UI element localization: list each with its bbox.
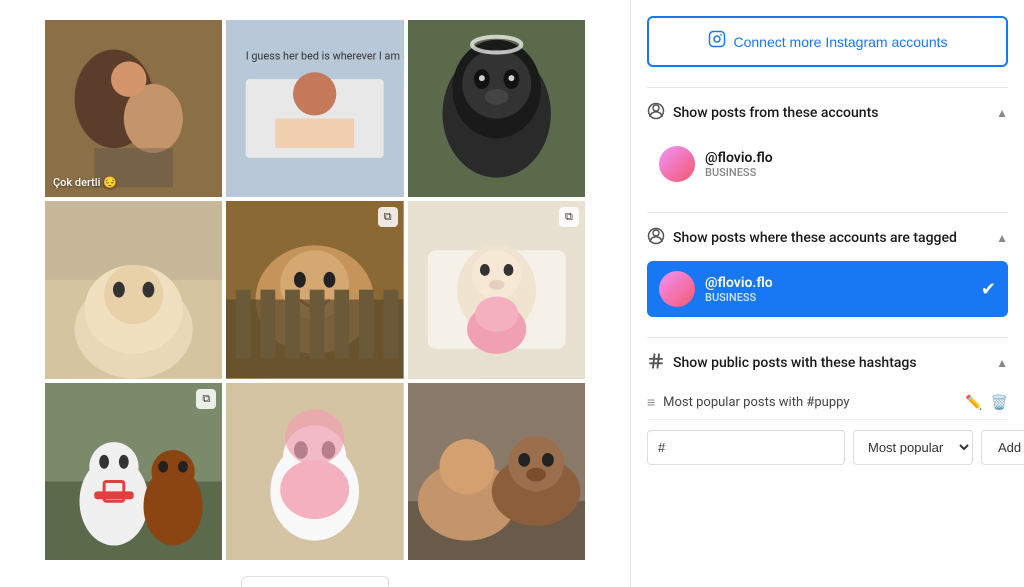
- account-item-tagged-1[interactable]: @flovio.flo BUSINESS ✔: [647, 261, 1008, 317]
- show-posts-header[interactable]: Show posts from these accounts ▲: [647, 102, 1008, 124]
- connect-instagram-button[interactable]: Connect more Instagram accounts: [647, 16, 1008, 67]
- drag-handle-icon: ≡: [647, 394, 655, 411]
- delete-icon-1[interactable]: 🗑️: [991, 395, 1008, 411]
- photo-cell-3: [408, 20, 585, 197]
- hashtags-label: Show public posts with these hashtags: [673, 355, 917, 371]
- tagged-accounts-label: Show posts where these accounts are tagg…: [673, 230, 957, 246]
- hashtag-row-1: ≡ Most popular posts with #puppy ✏️ 🗑️: [647, 386, 1008, 420]
- sort-select[interactable]: Most popular Most recent: [853, 430, 973, 465]
- connect-button-label: Connect more Instagram accounts: [734, 34, 948, 50]
- add-hashtag-button[interactable]: Add: [981, 430, 1024, 465]
- photo-cell-9: [408, 383, 585, 560]
- account-info-tagged-1: @flovio.flo BUSINESS: [705, 275, 971, 304]
- hashtag-actions-1: ✏️ 🗑️: [965, 395, 1008, 411]
- chevron-up-icon-3: ▲: [996, 356, 1008, 370]
- hashtag-label-1: Most popular posts with #puppy: [663, 395, 957, 410]
- account-item-1[interactable]: @flovio.flo BUSINESS: [647, 136, 1008, 192]
- tagged-accounts-header-left: Show posts where these accounts are tagg…: [647, 227, 957, 249]
- show-posts-header-left: Show posts from these accounts: [647, 102, 878, 124]
- account-avatar-tagged-1: [659, 271, 695, 307]
- photo-cell-7: ⧉: [45, 383, 222, 560]
- show-posts-section: Show posts from these accounts ▲ @flovio…: [647, 87, 1008, 212]
- photo-cell-4: [45, 201, 222, 378]
- edit-icon-1[interactable]: ✏️: [965, 395, 982, 411]
- photo-cell-5: ⧉: [226, 201, 403, 378]
- photo-grid: Çok dertli 😔 I guess her bed is wherever…: [45, 20, 585, 560]
- account-name-tagged-1: @flovio.flo: [705, 275, 971, 291]
- hashtags-section: Show public posts with these hashtags ▲ …: [647, 337, 1008, 479]
- check-icon-1: ✔: [981, 279, 996, 300]
- left-panel: Çok dertli 😔 I guess her bed is wherever…: [0, 0, 630, 587]
- load-more-button[interactable]: Load More Posts: [241, 576, 389, 587]
- hashtag-icon: [647, 352, 665, 374]
- account-type-tagged-1: BUSINESS: [705, 291, 971, 304]
- show-posts-label: Show posts from these accounts: [673, 105, 878, 121]
- photo-cell-2: I guess her bed is wherever I am 😂: [226, 20, 403, 197]
- multi-photo-icon-5: ⧉: [378, 207, 398, 227]
- person-circle-icon-2: [647, 227, 665, 249]
- photo-cell-1: Çok dertli 😔: [45, 20, 222, 197]
- instagram-icon: [708, 30, 726, 53]
- account-avatar-1: [659, 146, 695, 182]
- hashtag-input-row: Most popular Most recent Add: [647, 430, 1008, 465]
- right-panel: Connect more Instagram accounts Show pos…: [630, 0, 1024, 587]
- multi-photo-icon-7: ⧉: [196, 389, 216, 409]
- tagged-accounts-header[interactable]: Show posts where these accounts are tagg…: [647, 227, 1008, 249]
- account-info-1: @flovio.flo BUSINESS: [705, 150, 996, 179]
- photo-cell-6: ⧉: [408, 201, 585, 378]
- chevron-up-icon-2: ▲: [996, 231, 1008, 245]
- multi-photo-icon-6: ⧉: [559, 207, 579, 227]
- hashtags-header-left: Show public posts with these hashtags: [647, 352, 917, 374]
- account-name-1: @flovio.flo: [705, 150, 996, 166]
- svg-text:I guess her bed is wherever I: I guess her bed is wherever I am 😂: [246, 49, 404, 62]
- hashtag-input[interactable]: [647, 430, 845, 465]
- photo-cell-8: [226, 383, 403, 560]
- hashtags-header[interactable]: Show public posts with these hashtags ▲: [647, 352, 1008, 374]
- photo-caption-1: Çok dertli 😔: [53, 176, 117, 189]
- tagged-accounts-section: Show posts where these accounts are tagg…: [647, 212, 1008, 337]
- chevron-up-icon-1: ▲: [996, 106, 1008, 120]
- person-circle-icon-1: [647, 102, 665, 124]
- account-type-1: BUSINESS: [705, 166, 996, 179]
